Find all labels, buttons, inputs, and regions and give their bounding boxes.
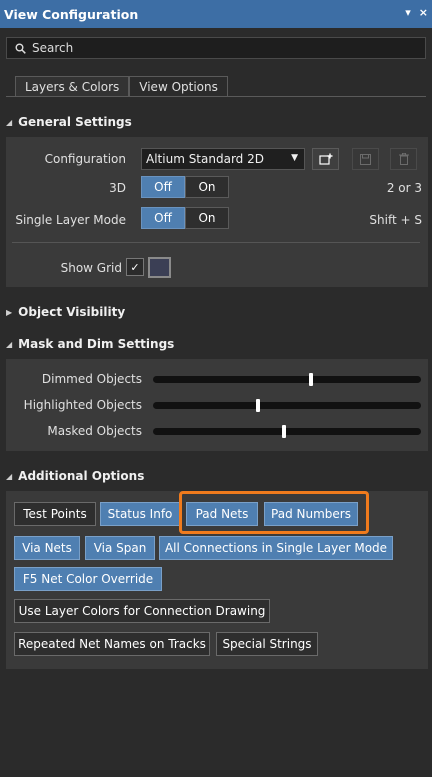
configuration-value: Altium Standard 2D	[146, 152, 264, 166]
3d-shortcut: 2 or 3	[386, 181, 422, 195]
additional-options-header[interactable]: ◢ Additional Options	[6, 469, 144, 483]
via-nets-button[interactable]: Via Nets	[14, 536, 80, 560]
object-visibility-title: Object Visibility	[18, 305, 126, 319]
single-layer-shortcut: Shift + S	[369, 213, 422, 227]
general-settings-header[interactable]: ◢ General Settings	[6, 115, 132, 129]
single-layer-on-button[interactable]: On	[185, 207, 229, 229]
grid-color-swatch[interactable]	[148, 257, 171, 278]
additional-options-title: Additional Options	[18, 469, 145, 483]
checkmark-icon: ✓	[130, 260, 140, 274]
expand-caret-icon: ▶	[6, 307, 13, 317]
search-icon	[15, 43, 26, 54]
panel-title: View Configuration	[4, 6, 139, 22]
tab-view-options[interactable]: View Options	[129, 76, 228, 97]
search-placeholder: Search	[32, 41, 74, 55]
use-layer-colors-button[interactable]: Use Layer Colors for Connection Drawing	[14, 599, 270, 623]
via-span-button[interactable]: Via Span	[85, 536, 155, 560]
chevron-down-icon: ▼	[291, 153, 298, 163]
dimmed-objects-slider[interactable]	[153, 373, 421, 386]
single-layer-mode-label: Single Layer Mode	[15, 213, 126, 227]
single-layer-off-button[interactable]: Off	[141, 207, 185, 229]
show-grid-label: Show Grid	[60, 261, 122, 275]
highlighted-objects-slider[interactable]	[153, 399, 421, 412]
3d-toggle[interactable]: Off On	[141, 176, 229, 198]
highlighted-objects-label: Highlighted Objects	[23, 398, 142, 412]
repeated-net-names-button[interactable]: Repeated Net Names on Tracks	[14, 632, 210, 656]
slider-thumb[interactable]	[255, 399, 260, 412]
test-points-button[interactable]: Test Points	[14, 502, 96, 526]
panel-menu-icon[interactable]: ▾	[405, 6, 411, 19]
new-config-icon	[318, 153, 332, 165]
mask-dim-title: Mask and Dim Settings	[18, 337, 175, 351]
general-settings-title: General Settings	[18, 115, 132, 129]
configuration-dropdown[interactable]: Altium Standard 2D ▼	[141, 148, 305, 170]
dimmed-objects-label: Dimmed Objects	[41, 372, 142, 386]
mask-dim-header[interactable]: ◢ Mask and Dim Settings	[6, 337, 174, 351]
collapse-caret-icon: ◢	[6, 471, 13, 481]
save-configuration-button[interactable]	[352, 148, 379, 170]
3d-on-button[interactable]: On	[185, 176, 229, 198]
create-configuration-button[interactable]	[312, 148, 339, 170]
special-strings-button[interactable]: Special Strings	[216, 632, 318, 656]
slider-thumb[interactable]	[282, 425, 287, 438]
slider-thumb[interactable]	[309, 373, 314, 386]
object-visibility-header[interactable]: ▶ Object Visibility	[6, 305, 125, 319]
masked-objects-slider[interactable]	[153, 425, 421, 438]
collapse-caret-icon: ◢	[6, 339, 13, 349]
tab-bar: Layers & Colors View Options	[15, 76, 228, 97]
3d-label: 3D	[109, 181, 126, 195]
search-input[interactable]: Search	[6, 37, 426, 59]
all-connections-single-layer-button[interactable]: All Connections in Single Layer Mode	[159, 536, 393, 560]
tab-layers-colors[interactable]: Layers & Colors	[15, 76, 130, 97]
collapse-caret-icon: ◢	[6, 117, 13, 127]
3d-off-button[interactable]: Off	[141, 176, 185, 198]
delete-configuration-button[interactable]	[390, 148, 417, 170]
status-info-button[interactable]: Status Info	[100, 502, 180, 526]
close-icon[interactable]: ×	[419, 6, 428, 19]
save-icon	[360, 153, 371, 165]
single-layer-mode-toggle[interactable]: Off On	[141, 207, 229, 229]
net-color-override-button[interactable]: F5 Net Color Override	[14, 567, 162, 591]
show-grid-checkbox[interactable]: ✓	[126, 258, 144, 276]
panel-title-bar[interactable]: View Configuration ▾ ×	[0, 0, 432, 28]
configuration-label: Configuration	[44, 152, 126, 166]
trash-icon	[398, 153, 409, 165]
highlight-callout	[179, 491, 369, 534]
divider	[12, 242, 420, 243]
masked-objects-label: Masked Objects	[47, 424, 142, 438]
tab-underline	[6, 96, 426, 97]
